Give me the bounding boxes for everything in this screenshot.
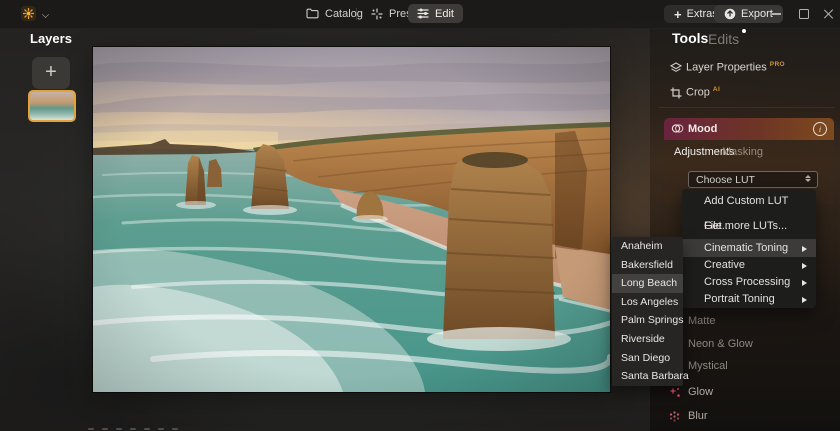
- updown-chevron-icon: [805, 174, 811, 182]
- mood-title: Mood: [688, 123, 718, 135]
- sliders-icon: [417, 8, 429, 19]
- mood-section-header[interactable]: Mood i: [664, 118, 834, 140]
- folder-icon: [306, 8, 319, 19]
- glow-sparkles-icon: [668, 386, 681, 404]
- tool-blur[interactable]: Blur: [650, 408, 840, 424]
- submenu-item-anaheim[interactable]: Anaheim: [612, 237, 683, 256]
- mood-icon: [671, 122, 684, 140]
- submenu-arrow-icon: [802, 279, 807, 286]
- bottom-toolbar-hint: [88, 428, 178, 430]
- submenu-item-palm-springs[interactable]: Palm Springs: [612, 311, 683, 330]
- app-logo-icon[interactable]: [21, 6, 36, 21]
- plus-icon: +: [674, 6, 682, 22]
- minimize-button[interactable]: [763, 0, 789, 28]
- blur-dots-icon: [668, 410, 681, 428]
- layers-panel-title: Layers: [30, 31, 72, 46]
- menu-item-add-custom-lut[interactable]: Add Custom LUT File...: [682, 189, 816, 232]
- sun-icon: [23, 8, 34, 19]
- tab-edits[interactable]: Edits: [708, 29, 747, 47]
- menu-item-get-more-luts[interactable]: Get more LUTs...: [682, 214, 816, 239]
- close-button[interactable]: [816, 0, 840, 28]
- info-icon[interactable]: i: [813, 122, 827, 136]
- app-window: Catalog Presets Edit + Ex: [0, 0, 840, 431]
- submenu-item-santa-barbara[interactable]: Santa Barbara: [612, 367, 689, 386]
- creative-label: Creative: [704, 259, 745, 271]
- panel-divider: [658, 107, 834, 108]
- submenu-item-bakersfield[interactable]: Bakersfield: [612, 256, 683, 275]
- sparkle-wand-icon: [371, 7, 383, 20]
- submenu-item-long-beach[interactable]: Long Beach: [612, 274, 683, 293]
- minimize-icon: [771, 13, 781, 15]
- submenu-item-riverside[interactable]: Riverside: [612, 330, 683, 349]
- lut-dropdown-menu: Add Custom LUT File... Get more LUTs... …: [682, 189, 816, 308]
- lut-dropdown-value: Choose LUT: [696, 174, 755, 186]
- submenu-arrow-icon: [802, 296, 807, 303]
- cross-processing-label: Cross Processing: [704, 276, 791, 288]
- tool-crop[interactable]: Crop AI: [650, 84, 840, 102]
- crop-label: Crop AI: [686, 86, 721, 99]
- edit-label: Edit: [435, 7, 454, 20]
- menu-item-creative[interactable]: Creative: [682, 257, 816, 274]
- layers-icon: [669, 61, 683, 79]
- close-icon: [824, 9, 834, 19]
- catalog-label: Catalog: [325, 7, 363, 20]
- maximize-button[interactable]: [791, 0, 817, 28]
- submenu-item-los-angeles[interactable]: Los Angeles: [612, 293, 683, 312]
- edits-label: Edits: [708, 31, 740, 47]
- ai-badge: AI: [712, 86, 721, 93]
- neon-glow-label: Neon & Glow: [688, 338, 753, 350]
- maximize-icon: [799, 9, 809, 19]
- blur-label: Blur: [688, 410, 708, 422]
- portrait-toning-label: Portrait Toning: [704, 293, 775, 305]
- chevron-down-icon[interactable]: [42, 11, 49, 18]
- submenu-arrow-icon: [802, 262, 807, 269]
- export-icon: [724, 8, 736, 20]
- matte-label: Matte: [688, 315, 716, 327]
- pro-badge: PRO: [769, 61, 786, 68]
- photo-image: [93, 47, 610, 392]
- add-layer-button[interactable]: +: [32, 57, 70, 89]
- crop-icon: [670, 86, 682, 104]
- glow-label: Glow: [688, 386, 714, 398]
- menu-item-cinematic-toning[interactable]: Cinematic Toning: [682, 240, 816, 257]
- layer-properties-label: Layer Properties PRO: [686, 61, 786, 74]
- titlebar: Catalog Presets Edit + Ex: [0, 0, 840, 29]
- lut-city-submenu: Anaheim Bakersfield Long Beach Los Angel…: [612, 237, 689, 386]
- lut-dropdown[interactable]: Choose LUT: [688, 171, 818, 188]
- tool-glow[interactable]: Glow: [650, 384, 840, 400]
- menu-item-cross-processing[interactable]: Cross Processing: [682, 274, 816, 291]
- tab-masking[interactable]: Masking: [722, 146, 763, 158]
- cinematic-toning-label: Cinematic Toning: [704, 242, 789, 254]
- menu-item-portrait-toning[interactable]: Portrait Toning: [682, 291, 816, 308]
- photo-canvas[interactable]: [93, 47, 610, 392]
- topbar-divider: [356, 8, 357, 20]
- tool-layer-properties[interactable]: Layer Properties PRO: [650, 59, 840, 77]
- submenu-arrow-icon: [802, 245, 807, 252]
- tab-catalog[interactable]: Catalog: [297, 4, 372, 23]
- tab-tools[interactable]: Tools: [672, 30, 708, 46]
- notification-dot: [742, 29, 747, 33]
- mystical-label: Mystical: [688, 360, 728, 372]
- plus-icon: +: [45, 61, 57, 83]
- submenu-item-san-diego[interactable]: San Diego: [612, 349, 683, 368]
- tab-edit[interactable]: Edit: [408, 4, 463, 23]
- layer-thumbnail[interactable]: [28, 90, 76, 122]
